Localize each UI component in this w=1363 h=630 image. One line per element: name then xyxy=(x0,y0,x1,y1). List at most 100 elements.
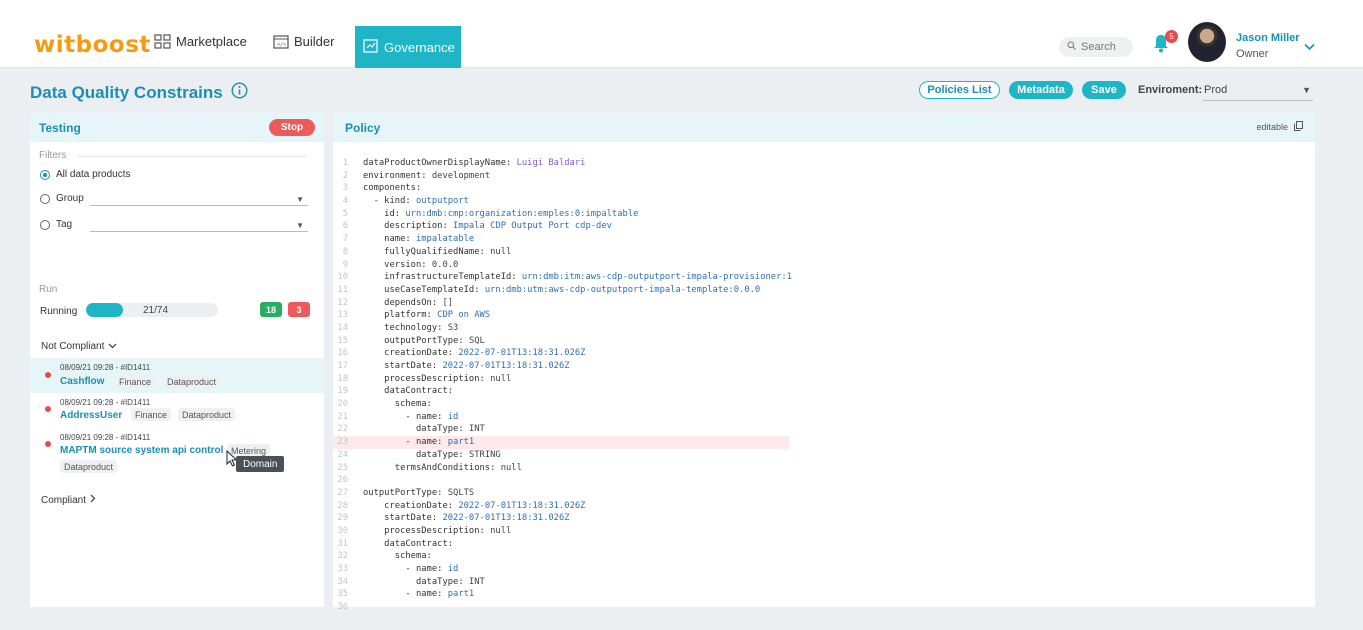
code-line[interactable]: 23 - name: part1 xyxy=(333,436,789,449)
user-avatar[interactable] xyxy=(1188,22,1226,62)
code-line[interactable]: 27 outputPortType: SQLTS xyxy=(333,487,1315,500)
line-number: 12 xyxy=(337,297,348,308)
code-line[interactable]: 9 version: 0.0.0 xyxy=(333,259,1315,272)
code-line[interactable]: 7 name: impalatable xyxy=(333,233,1315,246)
line-number: 10 xyxy=(337,272,348,283)
environment-value: Prod xyxy=(1204,84,1228,96)
item-name[interactable]: Cashflow xyxy=(60,376,104,387)
code-line[interactable]: 17 startDate: 2022-07-01T13:18:31.026Z xyxy=(333,360,1315,373)
running-label: Running xyxy=(40,306,78,317)
code-line[interactable]: 14 technology: S3 xyxy=(333,322,1315,335)
page-title: Data Quality Constrains xyxy=(30,82,248,104)
line-number: 11 xyxy=(337,284,348,295)
editable-toggle[interactable]: editable xyxy=(1256,121,1303,133)
code-line[interactable]: 5 id: urn:dmb:cmp:organization:emples:0:… xyxy=(333,208,1315,221)
chevron-down-icon xyxy=(108,341,117,352)
code-key: id: xyxy=(363,208,406,219)
line-number: 31 xyxy=(337,538,348,549)
status-dot-icon xyxy=(45,372,51,378)
compliant-label: Compliant xyxy=(41,494,87,506)
filter-all-data-products[interactable]: All data products xyxy=(40,169,131,180)
line-number: 35 xyxy=(337,589,348,600)
code-line[interactable]: 4 - kind: outputport xyxy=(333,195,1315,208)
line-number: 19 xyxy=(337,386,348,397)
item-name[interactable]: AddressUser xyxy=(60,410,122,421)
code-line[interactable]: 10 infrastructureTemplateId: urn:dmb:itm… xyxy=(333,271,1315,284)
code-line[interactable]: 12 dependsOn: [] xyxy=(333,297,1315,310)
tag-select[interactable]: ▼ xyxy=(90,218,308,232)
code-key: - name: xyxy=(363,437,448,448)
line-number: 21 xyxy=(337,411,348,422)
stop-button[interactable]: Stop xyxy=(269,119,315,136)
nav-builder[interactable]: </> Builder xyxy=(273,34,334,49)
code-line[interactable]: 3 components: xyxy=(333,182,1315,195)
save-button[interactable]: Save xyxy=(1082,81,1126,99)
policy-code-editor[interactable]: 1 dataProductOwnerDisplayName: Luigi Bald… xyxy=(333,157,1315,614)
code-line[interactable]: 28 creationDate: 2022-07-01T13:18:31.026… xyxy=(333,500,1315,513)
filter-group[interactable]: Group xyxy=(40,193,84,204)
line-number: 25 xyxy=(337,462,348,473)
code-line[interactable]: 20 schema: xyxy=(333,398,1315,411)
code-line[interactable]: 6 description: Impala CDP Output Port cd… xyxy=(333,220,1315,233)
filter-label: Tag xyxy=(56,219,73,230)
user-role: Owner xyxy=(1236,48,1269,60)
policy-panel: Policy editable 1 dataProductOwnerDisplay… xyxy=(333,113,1315,612)
status-dot-icon xyxy=(45,441,51,447)
code-line[interactable]: 25 termsAndConditions: null xyxy=(333,462,1315,475)
line-number: 14 xyxy=(337,322,348,333)
app-logo[interactable]: witboost xyxy=(34,32,151,58)
code-line[interactable]: 8 fullyQualifiedName: null xyxy=(333,246,1315,259)
code-line[interactable]: 34 dataType: INT xyxy=(333,576,1315,589)
code-line[interactable]: 29 startDate: 2022-07-01T13:18:31.026Z xyxy=(333,512,1315,525)
code-line[interactable]: 19 dataContract: xyxy=(333,385,1315,398)
code-line[interactable]: 21 - name: id xyxy=(333,411,1315,424)
code-value: development xyxy=(431,170,491,181)
page-title-text: Data Quality Constrains xyxy=(30,83,223,102)
nav-marketplace[interactable]: Marketplace xyxy=(154,34,247,49)
code-line[interactable]: 11 useCaseTemplateId: urn:dmb:utm:aws-cd… xyxy=(333,284,1315,297)
code-line[interactable]: 26 xyxy=(333,474,1315,487)
code-line[interactable]: 31 dataContract: xyxy=(333,538,1315,551)
item-name[interactable]: MAPTM source system api control xyxy=(60,445,223,456)
code-key: dependsOn: xyxy=(363,297,443,308)
code-line[interactable]: 15 outputPortType: SQL xyxy=(333,335,1315,348)
search-input[interactable]: Search xyxy=(1059,37,1133,57)
code-value: SQLTS xyxy=(447,487,475,498)
code-line[interactable]: 36 xyxy=(333,601,1315,614)
line-number: 4 xyxy=(342,196,348,207)
code-line[interactable]: 24 dataType: STRING xyxy=(333,449,1315,462)
code-line[interactable]: 33 - name: id xyxy=(333,563,1315,576)
group-select[interactable]: ▼ xyxy=(90,192,308,206)
environment-select[interactable]: Prod ▼ xyxy=(1203,81,1313,101)
line-number: 33 xyxy=(337,564,348,574)
list-item[interactable]: 08/09/21 09:28 - #ID1411 AddressUser Fin… xyxy=(30,394,324,429)
code-line[interactable]: 1 dataProductOwnerDisplayName: Luigi Bald… xyxy=(333,157,1315,170)
code-line[interactable]: 13 platform: CDP on AWS xyxy=(333,309,1315,322)
code-key: environment: xyxy=(363,170,432,181)
nav-governance[interactable]: Governance xyxy=(355,26,461,68)
chevron-down-icon[interactable] xyxy=(1304,38,1315,56)
line-number: 28 xyxy=(337,500,348,511)
code-line[interactable]: 22 dataType: INT xyxy=(333,423,1315,436)
code-key: - name: xyxy=(363,589,448,600)
list-item[interactable]: 08/09/21 09:28 - #ID1411 Cashflow Financ… xyxy=(30,358,324,393)
code-line[interactable]: 16 creationDate: 2022-07-01T13:18:31.026… xyxy=(333,347,1315,360)
compliant-toggle[interactable]: Compliant xyxy=(41,494,96,506)
copy-icon[interactable] xyxy=(1294,121,1303,133)
code-line[interactable]: 32 schema: xyxy=(333,550,1315,563)
filter-tag[interactable]: Tag xyxy=(40,219,72,230)
not-compliant-toggle[interactable]: Not Compliant xyxy=(41,341,117,352)
code-line[interactable]: 30 processDescription: null xyxy=(333,525,1315,538)
user-name[interactable]: Jason Miller xyxy=(1236,32,1300,44)
info-icon[interactable] xyxy=(231,82,248,104)
code-key: creationDate: xyxy=(363,348,459,359)
code-line[interactable]: 18 processDescription: null xyxy=(333,373,1315,386)
radio-unchecked-icon xyxy=(40,219,50,230)
code-value: urn:dmb:cmp:organization:emples:0:impalt… xyxy=(405,208,639,219)
metadata-button[interactable]: Metadata xyxy=(1009,81,1073,99)
line-number: 29 xyxy=(337,513,348,524)
policies-list-button[interactable]: Policies List xyxy=(919,81,1000,99)
divider xyxy=(77,156,307,157)
code-line[interactable]: 35 - name: part1 xyxy=(333,588,1315,601)
code-line[interactable]: 2 environment: development xyxy=(333,170,1315,183)
